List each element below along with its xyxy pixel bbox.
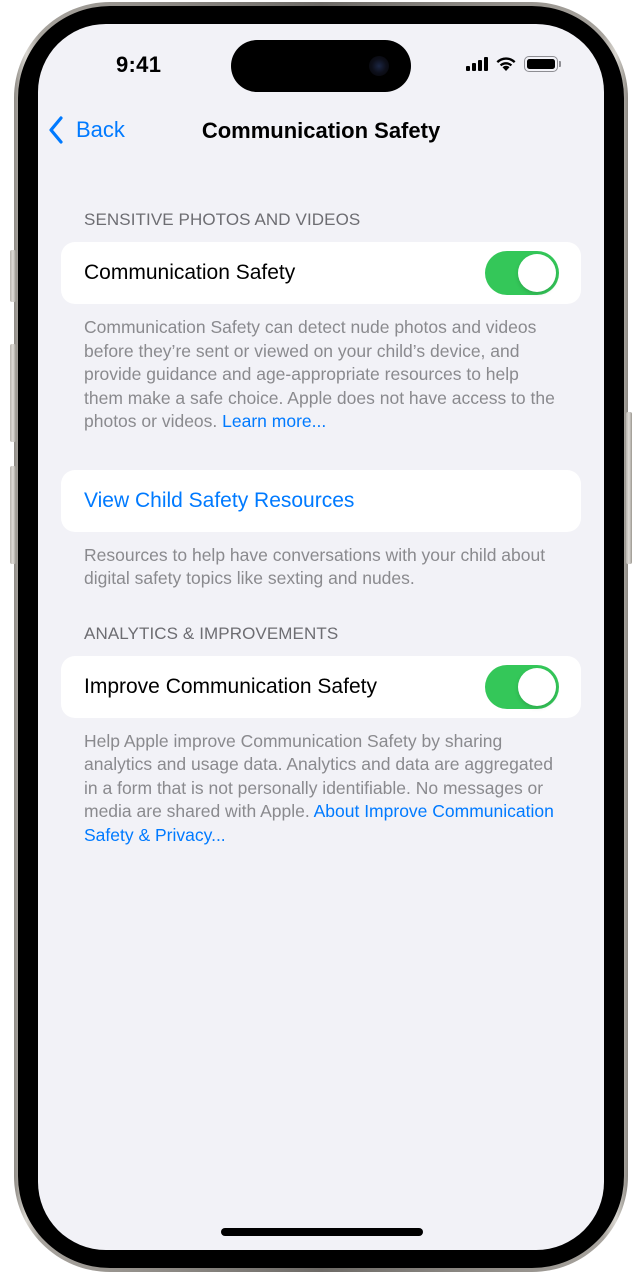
toggle-knob bbox=[518, 667, 556, 706]
camera-icon bbox=[369, 56, 389, 76]
improve-communication-safety-toggle[interactable] bbox=[485, 664, 559, 709]
status-time: 9:41 bbox=[116, 52, 162, 77]
resources-footer: Resources to help have conversations wit… bbox=[84, 544, 546, 589]
home-indicator[interactable] bbox=[221, 1228, 423, 1236]
communication-safety-toggle[interactable] bbox=[485, 251, 559, 295]
cellular-signal-icon bbox=[466, 57, 488, 71]
battery-icon bbox=[524, 56, 561, 72]
screen: 9:41 Back Communication Safety SENSITIVE… bbox=[38, 24, 604, 1250]
communication-safety-label: Communication Safety bbox=[84, 261, 296, 284]
learn-more-link[interactable]: Learn more... bbox=[222, 411, 326, 431]
action-button bbox=[10, 250, 16, 302]
settings-content: SENSITIVE PHOTOS AND VIDEOS Communicatio… bbox=[61, 210, 581, 847]
volume-down-button bbox=[10, 466, 16, 564]
toggle-knob bbox=[518, 254, 556, 292]
communication-safety-row: Communication Safety bbox=[61, 242, 581, 304]
volume-up-button bbox=[10, 344, 16, 442]
dynamic-island bbox=[231, 40, 411, 92]
sensitive-footer: Communication Safety can detect nude pho… bbox=[61, 304, 581, 434]
improve-communication-safety-label: Improve Communication Safety bbox=[84, 674, 377, 698]
view-child-safety-resources-link[interactable]: View Child Safety Resources bbox=[84, 489, 354, 513]
analytics-footer: Help Apple improve Communication Safety … bbox=[61, 718, 581, 848]
wifi-icon bbox=[496, 57, 516, 71]
section-header-analytics: ANALYTICS & IMPROVEMENTS bbox=[84, 623, 339, 643]
section-header-sensitive: SENSITIVE PHOTOS AND VIDEOS bbox=[84, 210, 361, 229]
navigation-bar: Back Communication Safety bbox=[38, 112, 604, 152]
improve-communication-safety-row: Improve Communication Safety bbox=[61, 655, 581, 718]
power-button bbox=[626, 412, 632, 564]
child-safety-resources-row[interactable]: View Child Safety Resources bbox=[61, 469, 581, 532]
page-title: Communication Safety bbox=[201, 118, 441, 143]
status-icons bbox=[466, 56, 561, 72]
